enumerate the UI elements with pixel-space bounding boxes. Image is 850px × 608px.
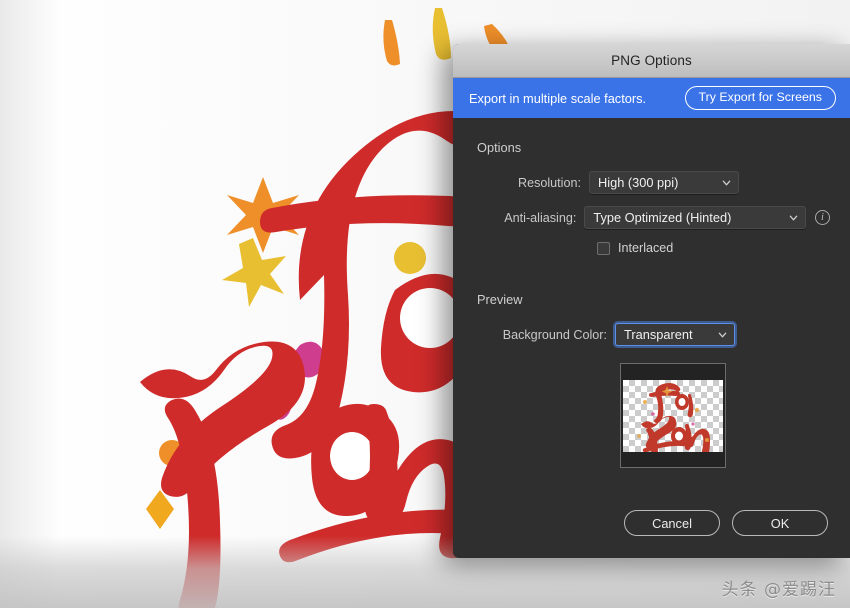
- preview-section-label: Preview: [477, 292, 523, 307]
- interlaced-checkbox[interactable]: [597, 241, 610, 255]
- chevron-down-icon: [789, 215, 798, 220]
- background-color-label: Background Color:: [502, 327, 607, 342]
- thumbnail-lettering: [637, 382, 710, 452]
- dialog-footer: Cancel OK: [453, 510, 850, 536]
- anti-aliasing-label: Anti-aliasing:: [504, 210, 577, 225]
- chevron-down-icon: [722, 180, 731, 185]
- background-color-value: Transparent: [624, 327, 693, 342]
- export-preview-thumbnail: [620, 363, 726, 468]
- dialog-title: PNG Options: [611, 53, 692, 68]
- preview-section: Preview Background Color: Transparent: [473, 292, 830, 468]
- background-color-row: Background Color: Transparent: [473, 323, 830, 346]
- screenshot-root: PNG Options Export in multiple scale fac…: [0, 0, 850, 608]
- transparency-checkerboard: [623, 379, 723, 452]
- dialog-titlebar[interactable]: PNG Options: [453, 44, 850, 78]
- interlaced-row: Interlaced: [597, 241, 830, 255]
- chevron-down-icon: [718, 332, 727, 337]
- try-export-for-screens-button[interactable]: Try Export for Screens: [684, 86, 836, 110]
- promo-message: Export in multiple scale factors.: [469, 90, 647, 106]
- anti-aliasing-select[interactable]: Type Optimized (Hinted): [584, 206, 806, 229]
- info-circle-icon[interactable]: i: [815, 210, 830, 225]
- cancel-button[interactable]: Cancel: [624, 510, 720, 536]
- resolution-row: Resolution: High (300 ppi): [473, 171, 830, 194]
- anti-aliasing-value: Type Optimized (Hinted): [593, 210, 732, 225]
- dialog-body: Options Resolution: High (300 ppi) Anti-…: [453, 118, 850, 558]
- interlaced-label[interactable]: Interlaced: [618, 241, 673, 255]
- anti-aliasing-row: Anti-aliasing: Type Optimized (Hinted) i: [473, 206, 830, 229]
- ok-button[interactable]: OK: [732, 510, 828, 536]
- resolution-label: Resolution:: [517, 175, 581, 190]
- resolution-value: High (300 ppi): [598, 175, 679, 190]
- resolution-select[interactable]: High (300 ppi): [589, 171, 739, 194]
- png-options-dialog: PNG Options Export in multiple scale fac…: [453, 44, 850, 558]
- export-for-screens-banner: Export in multiple scale factors. Try Ex…: [453, 78, 850, 118]
- watermark: 头条 @爱踢汪: [721, 580, 836, 600]
- background-color-select[interactable]: Transparent: [615, 323, 735, 346]
- options-section-label: Options: [477, 140, 522, 155]
